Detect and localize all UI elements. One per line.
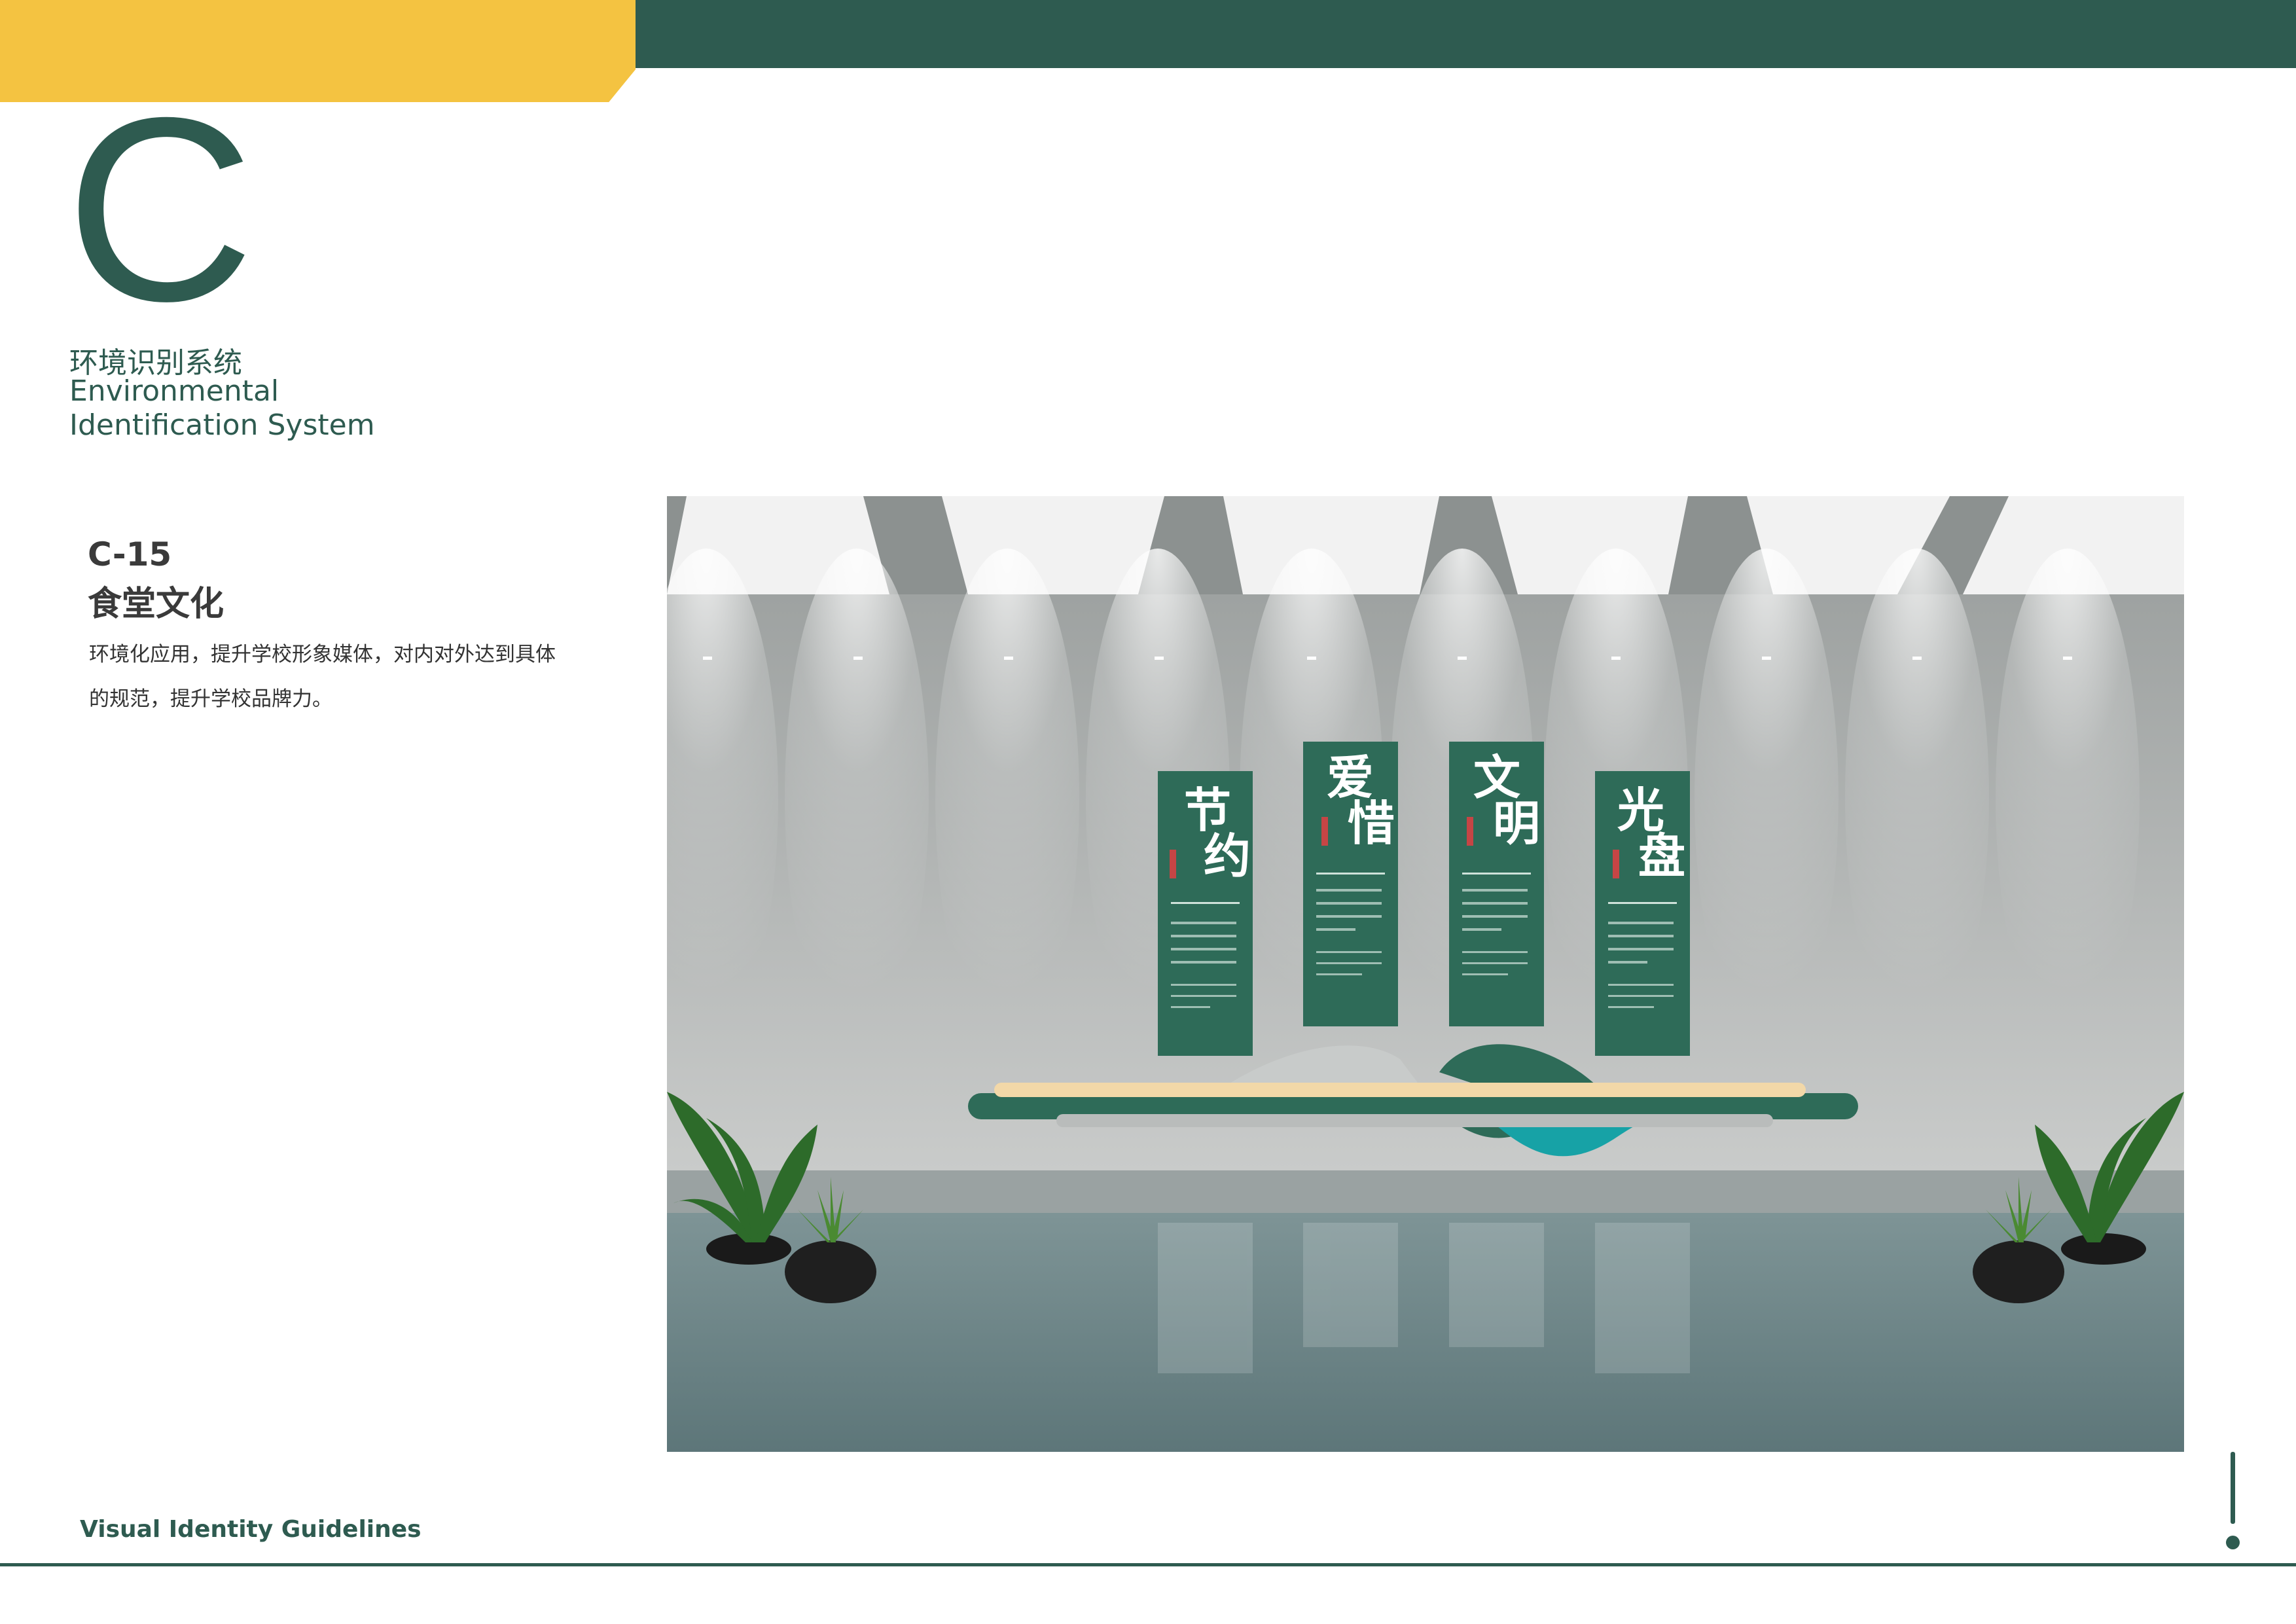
item-description: 环境化应用，提升学校形象媒体，对内对外达到具体的规范，提升学校品牌力。 xyxy=(89,643,556,711)
header-green-bar xyxy=(636,0,2296,68)
panel-1: 节 约 xyxy=(1158,771,1253,1056)
item-code: C-15 xyxy=(88,535,172,573)
section-title-en: Environmental Identification System xyxy=(69,374,375,442)
panel-3: 文 明 xyxy=(1449,742,1544,1026)
svg-text:约: 约 xyxy=(1204,828,1251,884)
svg-text:明: 明 xyxy=(1493,795,1540,851)
floor xyxy=(667,1213,2184,1452)
section-letter: C xyxy=(65,63,255,355)
exclamation-icon-dot xyxy=(2226,1536,2240,1549)
exclamation-icon-bar xyxy=(2231,1452,2235,1524)
item-title: 食堂文化 xyxy=(88,585,224,624)
wall-base xyxy=(667,1170,2184,1213)
canteen-wall-render: 节 约 爱 惜 文 明 光 盘 xyxy=(667,496,2184,1452)
panel-4: 光 盘 xyxy=(1595,771,1690,1056)
footer-guidelines: Visual Identity Guidelines xyxy=(80,1516,422,1543)
svg-text:惜: 惜 xyxy=(1348,795,1395,851)
svg-text:盘: 盘 xyxy=(1638,828,1685,884)
panel-2: 爱 惜 xyxy=(1303,742,1398,1026)
footer-divider xyxy=(0,1563,2296,1566)
